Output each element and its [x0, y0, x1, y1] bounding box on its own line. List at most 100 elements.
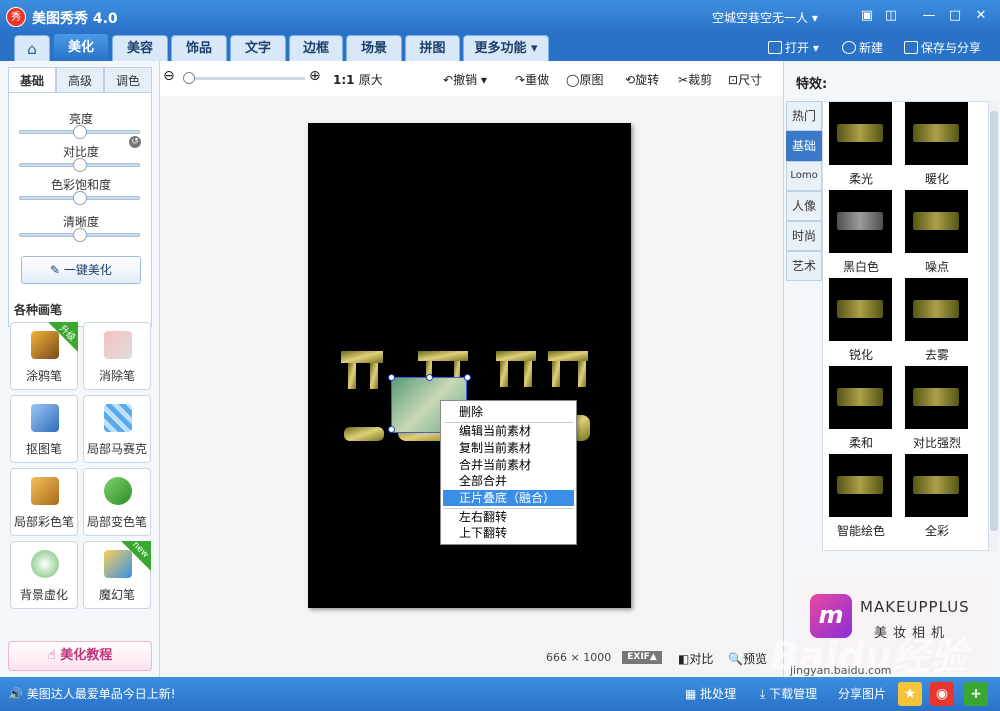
ctx-delete[interactable]: 删除	[443, 404, 574, 420]
ctx-flip-horizontal[interactable]: 左右翻转	[443, 509, 574, 525]
effects-scrollbar[interactable]	[989, 101, 999, 551]
resize-handle[interactable]	[464, 374, 471, 381]
effect-label: 智能绘色	[836, 524, 885, 538]
color-brush-button[interactable]: 局部彩色笔	[10, 468, 78, 536]
contrast-knob[interactable]	[72, 158, 87, 172]
rotate-label: 旋转	[635, 73, 660, 87]
context-menu: 删除 编辑当前素材 复制当前素材 合并当前素材 全部合并 正片叠底（融合） 左右…	[440, 400, 577, 545]
background-blur-button[interactable]: 背景虚化	[10, 541, 78, 609]
original-button[interactable]: ◯原图	[566, 71, 603, 88]
tab-text[interactable]: 文字	[230, 35, 286, 61]
resize-handle[interactable]	[388, 374, 395, 381]
resize-handle[interactable]	[426, 374, 433, 381]
tab-frame[interactable]: 边框	[289, 35, 343, 61]
weibo-icon[interactable]: ◉	[930, 682, 954, 706]
close-icon[interactable]: ✕	[970, 6, 992, 26]
batch-button[interactable]: ▦ 批处理	[685, 685, 736, 702]
ctx-multiply-blend[interactable]: 正片叠底（融合）	[443, 490, 574, 506]
skin-icon[interactable]: ◫	[880, 6, 902, 26]
resize-handle[interactable]	[388, 426, 395, 433]
zoom-out-icon[interactable]: ⊖	[163, 68, 175, 84]
effect-soft[interactable]: 柔和	[823, 366, 899, 450]
ctx-flip-vertical[interactable]: 上下翻转	[443, 525, 574, 541]
brightness-slider[interactable]	[19, 125, 140, 139]
effect-soft-light[interactable]: 柔光	[823, 102, 899, 186]
undo-button[interactable]: ↶撤销 ▾	[443, 71, 487, 88]
effect-warm[interactable]: 暖化	[899, 102, 975, 186]
effect-sharpen[interactable]: 锐化	[823, 278, 899, 362]
brightness-knob[interactable]	[72, 125, 87, 139]
subtab-color[interactable]: 调色	[104, 67, 152, 93]
redo-button[interactable]: ↷重做	[515, 71, 549, 88]
tab-accessory[interactable]: 饰品	[171, 35, 227, 61]
cutout-brush-button[interactable]: 抠图笔	[10, 395, 78, 463]
category-portrait[interactable]: 人像	[786, 191, 822, 221]
rotate-button[interactable]: ⟲旋转	[625, 71, 659, 88]
mosaic-brush-button[interactable]: 局部马赛克	[83, 395, 151, 463]
sharpness-knob[interactable]	[72, 228, 87, 242]
category-art[interactable]: 艺术	[786, 251, 822, 281]
zoom-slider[interactable]	[183, 72, 305, 84]
zoom-knob[interactable]	[183, 72, 195, 84]
effect-thumbnail	[905, 366, 968, 429]
category-hot[interactable]: 热门	[786, 101, 822, 131]
user-name[interactable]: 空城空巷空无一人 ▾	[712, 9, 818, 26]
open-button[interactable]: 打开 ▾	[768, 39, 819, 56]
effect-full-color[interactable]: 全彩	[899, 454, 975, 538]
one-key-beautify-button[interactable]: ✎ 一键美化	[21, 256, 141, 284]
saturation-knob[interactable]	[72, 191, 87, 205]
tab-face[interactable]: 美容	[112, 35, 168, 61]
tab-beautify[interactable]: 美化	[53, 33, 109, 61]
download-manager-button[interactable]: ⤓ 下载管理	[760, 685, 817, 702]
news-message[interactable]: 🔊 美图达人最爱单品今日上新!	[8, 685, 176, 702]
subtab-basic[interactable]: 基础	[8, 67, 56, 93]
zoom-in-icon[interactable]: ⊕	[309, 68, 321, 84]
category-fashion[interactable]: 时尚	[786, 221, 822, 251]
resize-button[interactable]: ⊡尺寸	[728, 71, 762, 88]
new-button[interactable]: 新建	[842, 39, 883, 56]
crop-button[interactable]: ✂裁剪	[678, 71, 712, 88]
category-basic[interactable]: 基础	[786, 131, 822, 161]
compare-button[interactable]: ◧对比	[678, 650, 713, 667]
minimize-icon[interactable]: —	[918, 6, 940, 26]
adjust-subtabs: 基础 高级 调色	[8, 67, 152, 93]
eraser-brush-button[interactable]: 消除笔	[83, 322, 151, 390]
eraser-icon	[104, 331, 132, 359]
saturation-slider[interactable]	[19, 191, 140, 205]
effect-noise[interactable]: 噪点	[899, 190, 975, 274]
subtab-advanced[interactable]: 高级	[56, 67, 104, 93]
scroll-thumb[interactable]	[990, 111, 998, 531]
preview-button[interactable]: 🔍预览	[728, 650, 767, 667]
magic-brush-button[interactable]: new 魔幻笔	[83, 540, 151, 609]
tab-scene[interactable]: 场景	[346, 35, 402, 61]
save-label: 保存与分享	[921, 41, 982, 55]
exif-button[interactable]: EXIF▲	[622, 651, 662, 664]
beautify-tutorial-button[interactable]: ☝ 美化教程	[8, 641, 152, 671]
share-image-button[interactable]: 分享图片	[838, 685, 886, 702]
star-icon[interactable]: ★	[898, 682, 922, 706]
tab-more[interactable]: 更多功能 ▾	[463, 35, 549, 61]
effect-black-white[interactable]: 黑白色	[823, 190, 899, 274]
effect-high-contrast[interactable]: 对比强烈	[899, 366, 975, 450]
ctx-merge-all[interactable]: 全部合并	[443, 473, 574, 489]
contrast-slider[interactable]	[19, 158, 140, 172]
ctx-edit-material[interactable]: 编辑当前素材	[443, 423, 574, 439]
effect-thumbnail	[829, 278, 892, 341]
category-lomo[interactable]: Lomo	[786, 161, 822, 191]
maximize-icon[interactable]: □	[944, 6, 966, 26]
save-share-button[interactable]: 保存与分享	[904, 39, 981, 56]
home-icon[interactable]: ⌂	[14, 35, 50, 61]
message-icon[interactable]: ▣	[856, 6, 878, 26]
sharpness-slider[interactable]	[19, 228, 140, 242]
effect-smart-color[interactable]: 智能绘色	[823, 454, 899, 538]
preview-label: 预览	[742, 652, 767, 666]
ctx-copy-material[interactable]: 复制当前素材	[443, 440, 574, 456]
tab-collage[interactable]: 拼图	[405, 35, 460, 61]
doodle-brush-button[interactable]: 升级 涂鸦笔	[10, 322, 78, 390]
user-label: 空城空巷空无一人	[712, 11, 809, 25]
add-icon[interactable]: +	[964, 682, 988, 706]
recolor-brush-button[interactable]: 局部变色笔	[83, 468, 151, 536]
ctx-merge-material[interactable]: 合并当前素材	[443, 457, 574, 473]
effect-dehaze[interactable]: 去雾	[899, 278, 975, 362]
actual-size-button[interactable]: 1:1 原大	[333, 71, 383, 88]
